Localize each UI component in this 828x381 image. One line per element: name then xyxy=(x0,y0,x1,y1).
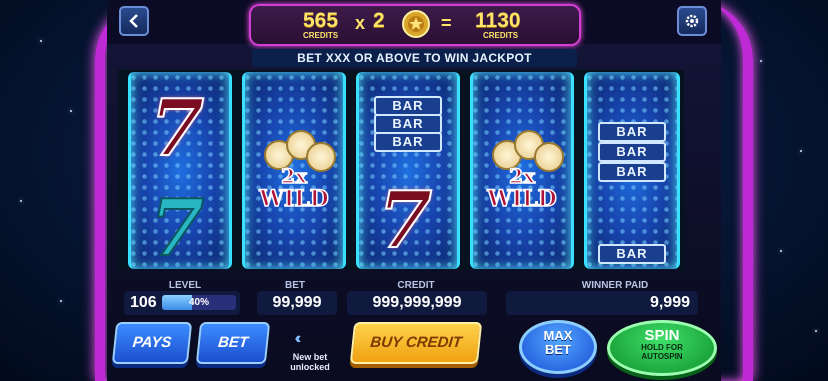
red-seven-symbol: 7 xyxy=(377,175,433,266)
spin-sub-line-1: HOLD FOR xyxy=(641,343,683,352)
star xyxy=(800,150,802,152)
bar-symbol: BAR xyxy=(374,114,442,134)
equals-symbol: = xyxy=(441,13,452,33)
teal-seven-symbol: 7 xyxy=(149,183,205,269)
winner-paid-label: WINNER PAID xyxy=(581,280,649,291)
spin-sub-line-2: AUTOSPIN xyxy=(641,352,683,361)
max-bet-button[interactable]: MAX BET xyxy=(519,320,597,374)
bar-symbol: BAR xyxy=(598,142,666,162)
max-bet-line-1: MAX xyxy=(543,328,573,343)
bet-value: 99,999 xyxy=(257,291,337,315)
jackpot-banner: BET XXX OR ABOVE TO WIN JACKPOT xyxy=(252,49,577,67)
bet-unit: CREDITS xyxy=(303,31,339,40)
pays-button[interactable]: PAYS xyxy=(111,322,193,364)
star xyxy=(760,60,762,62)
wild-multiplier: 2x xyxy=(508,164,535,188)
multiplier: 2 xyxy=(373,9,385,32)
level-label: LEVEL xyxy=(168,280,202,291)
unlock-line-1: New bet xyxy=(292,352,328,362)
new-bet-unlocked-text: New bet unlocked xyxy=(282,352,338,372)
coin-icon xyxy=(402,10,430,38)
red-seven-symbol: 7 xyxy=(149,83,205,174)
wild-symbol: 2x WILD xyxy=(246,130,342,218)
wild-symbol: 2x WILD xyxy=(474,130,570,218)
unlock-line-2: unlocked xyxy=(290,362,330,372)
winner-paid-value: 9,999 xyxy=(506,291,698,315)
star xyxy=(60,300,62,302)
reel-5: BAR BAR BAR BAR xyxy=(584,72,680,269)
level-value: 106 xyxy=(130,294,157,311)
gear-icon xyxy=(685,14,699,28)
bar-symbol: BAR xyxy=(598,244,666,264)
settings-button[interactable] xyxy=(677,6,707,36)
star xyxy=(780,250,782,252)
reel-1: 7 7 xyxy=(128,72,232,269)
bet-amount: 565 xyxy=(303,9,339,32)
credit-value: 999,999,999 xyxy=(347,291,487,315)
multiply-symbol: x xyxy=(355,13,366,33)
wild-multiplier: 2x xyxy=(280,164,307,188)
max-bet-line-2: BET xyxy=(545,342,571,357)
bet-button[interactable]: BET xyxy=(195,322,271,364)
star xyxy=(70,110,72,112)
level-progress-text: 40% xyxy=(188,297,209,308)
reel-4: 2x WILD xyxy=(470,72,574,269)
win-display: 565 CREDITS x 2 = 1130 CREDITS xyxy=(249,4,581,46)
buy-credit-button[interactable]: BUY CREDIT xyxy=(349,322,483,364)
spin-label: SPIN xyxy=(644,327,680,344)
wild-label: WILD xyxy=(486,186,557,212)
reel-2: 2x WILD xyxy=(242,72,346,269)
wild-label: WILD xyxy=(258,186,329,212)
spin-button[interactable]: SPIN HOLD FOR AUTOSPIN xyxy=(607,320,717,376)
back-button[interactable] xyxy=(119,6,149,36)
reel-3: BAR BAR BAR 7 xyxy=(356,72,460,269)
bar-symbol: BAR xyxy=(374,132,442,152)
bar-symbol: BAR xyxy=(374,96,442,116)
star xyxy=(20,200,22,202)
win-amount: 1130 xyxy=(475,9,521,32)
bar-symbol: BAR xyxy=(598,162,666,182)
back-icon xyxy=(129,14,138,28)
level-progress-bar: 40% xyxy=(162,295,236,310)
bet-label: BET xyxy=(285,280,305,291)
star xyxy=(40,40,42,42)
star xyxy=(815,330,817,332)
bar-symbol: BAR xyxy=(598,122,666,142)
win-unit: CREDITS xyxy=(483,31,519,40)
credit-label: CREDIT xyxy=(397,280,435,291)
